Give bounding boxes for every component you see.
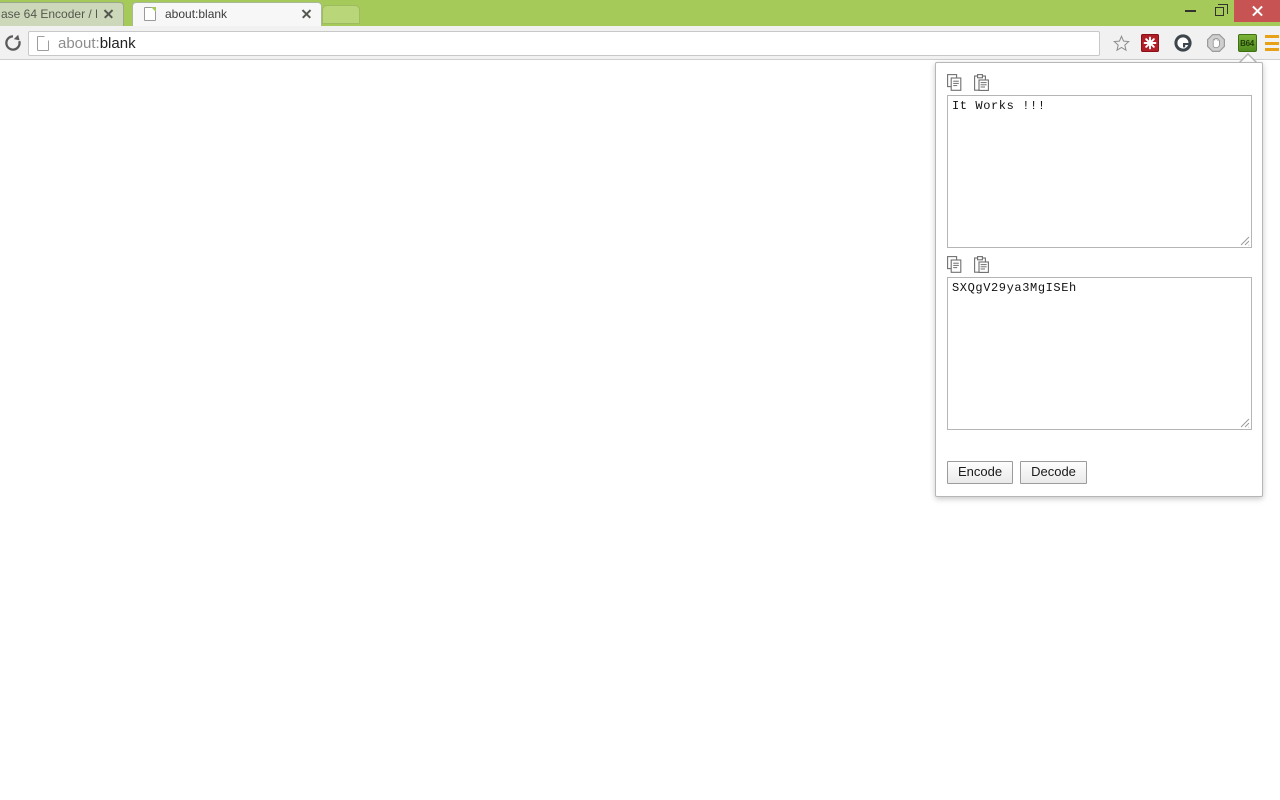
stop-hand-icon <box>1207 34 1225 52</box>
base64-icon-label: B64 <box>1237 34 1257 52</box>
ghostery-extension-icon[interactable] <box>1172 32 1194 54</box>
star-icon <box>1112 34 1130 51</box>
page-icon <box>37 36 49 51</box>
paste-icon[interactable] <box>974 74 989 91</box>
menu-bar-1 <box>1265 35 1279 38</box>
base64-text-area-wrapper <box>947 277 1252 430</box>
tab-title: ase 64 Encoder / De <box>1 7 97 21</box>
menu-bar-2 <box>1265 41 1279 45</box>
paste-glyph-icon <box>974 256 989 273</box>
tab-about-blank[interactable]: about:blank <box>132 2 322 26</box>
browser-window: ase 64 Encoder / De about:blank <box>0 0 1280 800</box>
bookmark-star-button[interactable] <box>1110 32 1132 54</box>
copy-icon[interactable] <box>947 74 962 91</box>
maximize-button[interactable] <box>1205 0 1234 22</box>
decode-button[interactable]: Decode <box>1020 461 1087 484</box>
browser-toolbar: about:blank B64 <box>0 26 1280 60</box>
popup-action-buttons: Encode Decode <box>947 461 1087 484</box>
minimize-button[interactable] <box>1176 0 1205 22</box>
url-rest: blank <box>99 35 136 52</box>
minimize-icon <box>1185 10 1196 12</box>
address-bar-text: about:blank <box>58 35 136 52</box>
plain-text-area-wrapper <box>947 95 1252 248</box>
menu-bar-3 <box>1265 48 1279 51</box>
maximize-icon <box>1215 3 1228 16</box>
copy-glyph-icon <box>947 74 962 91</box>
base64-extension-icon[interactable]: B64 <box>1236 32 1258 54</box>
tab-title: about:blank <box>165 7 228 21</box>
window-controls <box>1176 0 1280 22</box>
asterisk-extension-icon[interactable] <box>1139 32 1161 54</box>
asterisk-glyph-icon <box>1143 36 1157 50</box>
tab-base64-encoder-decoder[interactable]: ase 64 Encoder / De <box>0 2 124 26</box>
copy-glyph-icon <box>947 256 962 273</box>
plain-text-input[interactable] <box>947 95 1252 248</box>
reload-button[interactable] <box>0 30 26 56</box>
address-bar[interactable]: about:blank <box>28 31 1100 56</box>
encode-button[interactable]: Encode <box>947 461 1014 484</box>
ghost-circle-icon <box>1174 34 1192 52</box>
close-icon <box>1251 5 1263 17</box>
paste-glyph-icon <box>974 74 989 91</box>
chrome-menu-button[interactable] <box>1265 33 1279 53</box>
adblock-extension-icon[interactable] <box>1205 32 1227 54</box>
url-scheme: about: <box>58 35 100 52</box>
base64-text-output[interactable] <box>947 277 1252 430</box>
input-toolbar <box>947 74 989 91</box>
reload-icon <box>5 34 21 51</box>
tab-close-button[interactable] <box>102 7 115 20</box>
base64-extension-popup: Encode Decode <box>935 62 1263 497</box>
paste-icon[interactable] <box>974 256 989 273</box>
tab-strip: ase 64 Encoder / De about:blank <box>0 0 1280 26</box>
output-toolbar <box>947 256 989 273</box>
page-favicon-icon <box>144 7 156 21</box>
new-tab-button[interactable] <box>322 5 360 24</box>
close-window-button[interactable] <box>1234 0 1280 22</box>
copy-icon[interactable] <box>947 256 962 273</box>
tab-close-button[interactable] <box>300 7 313 20</box>
